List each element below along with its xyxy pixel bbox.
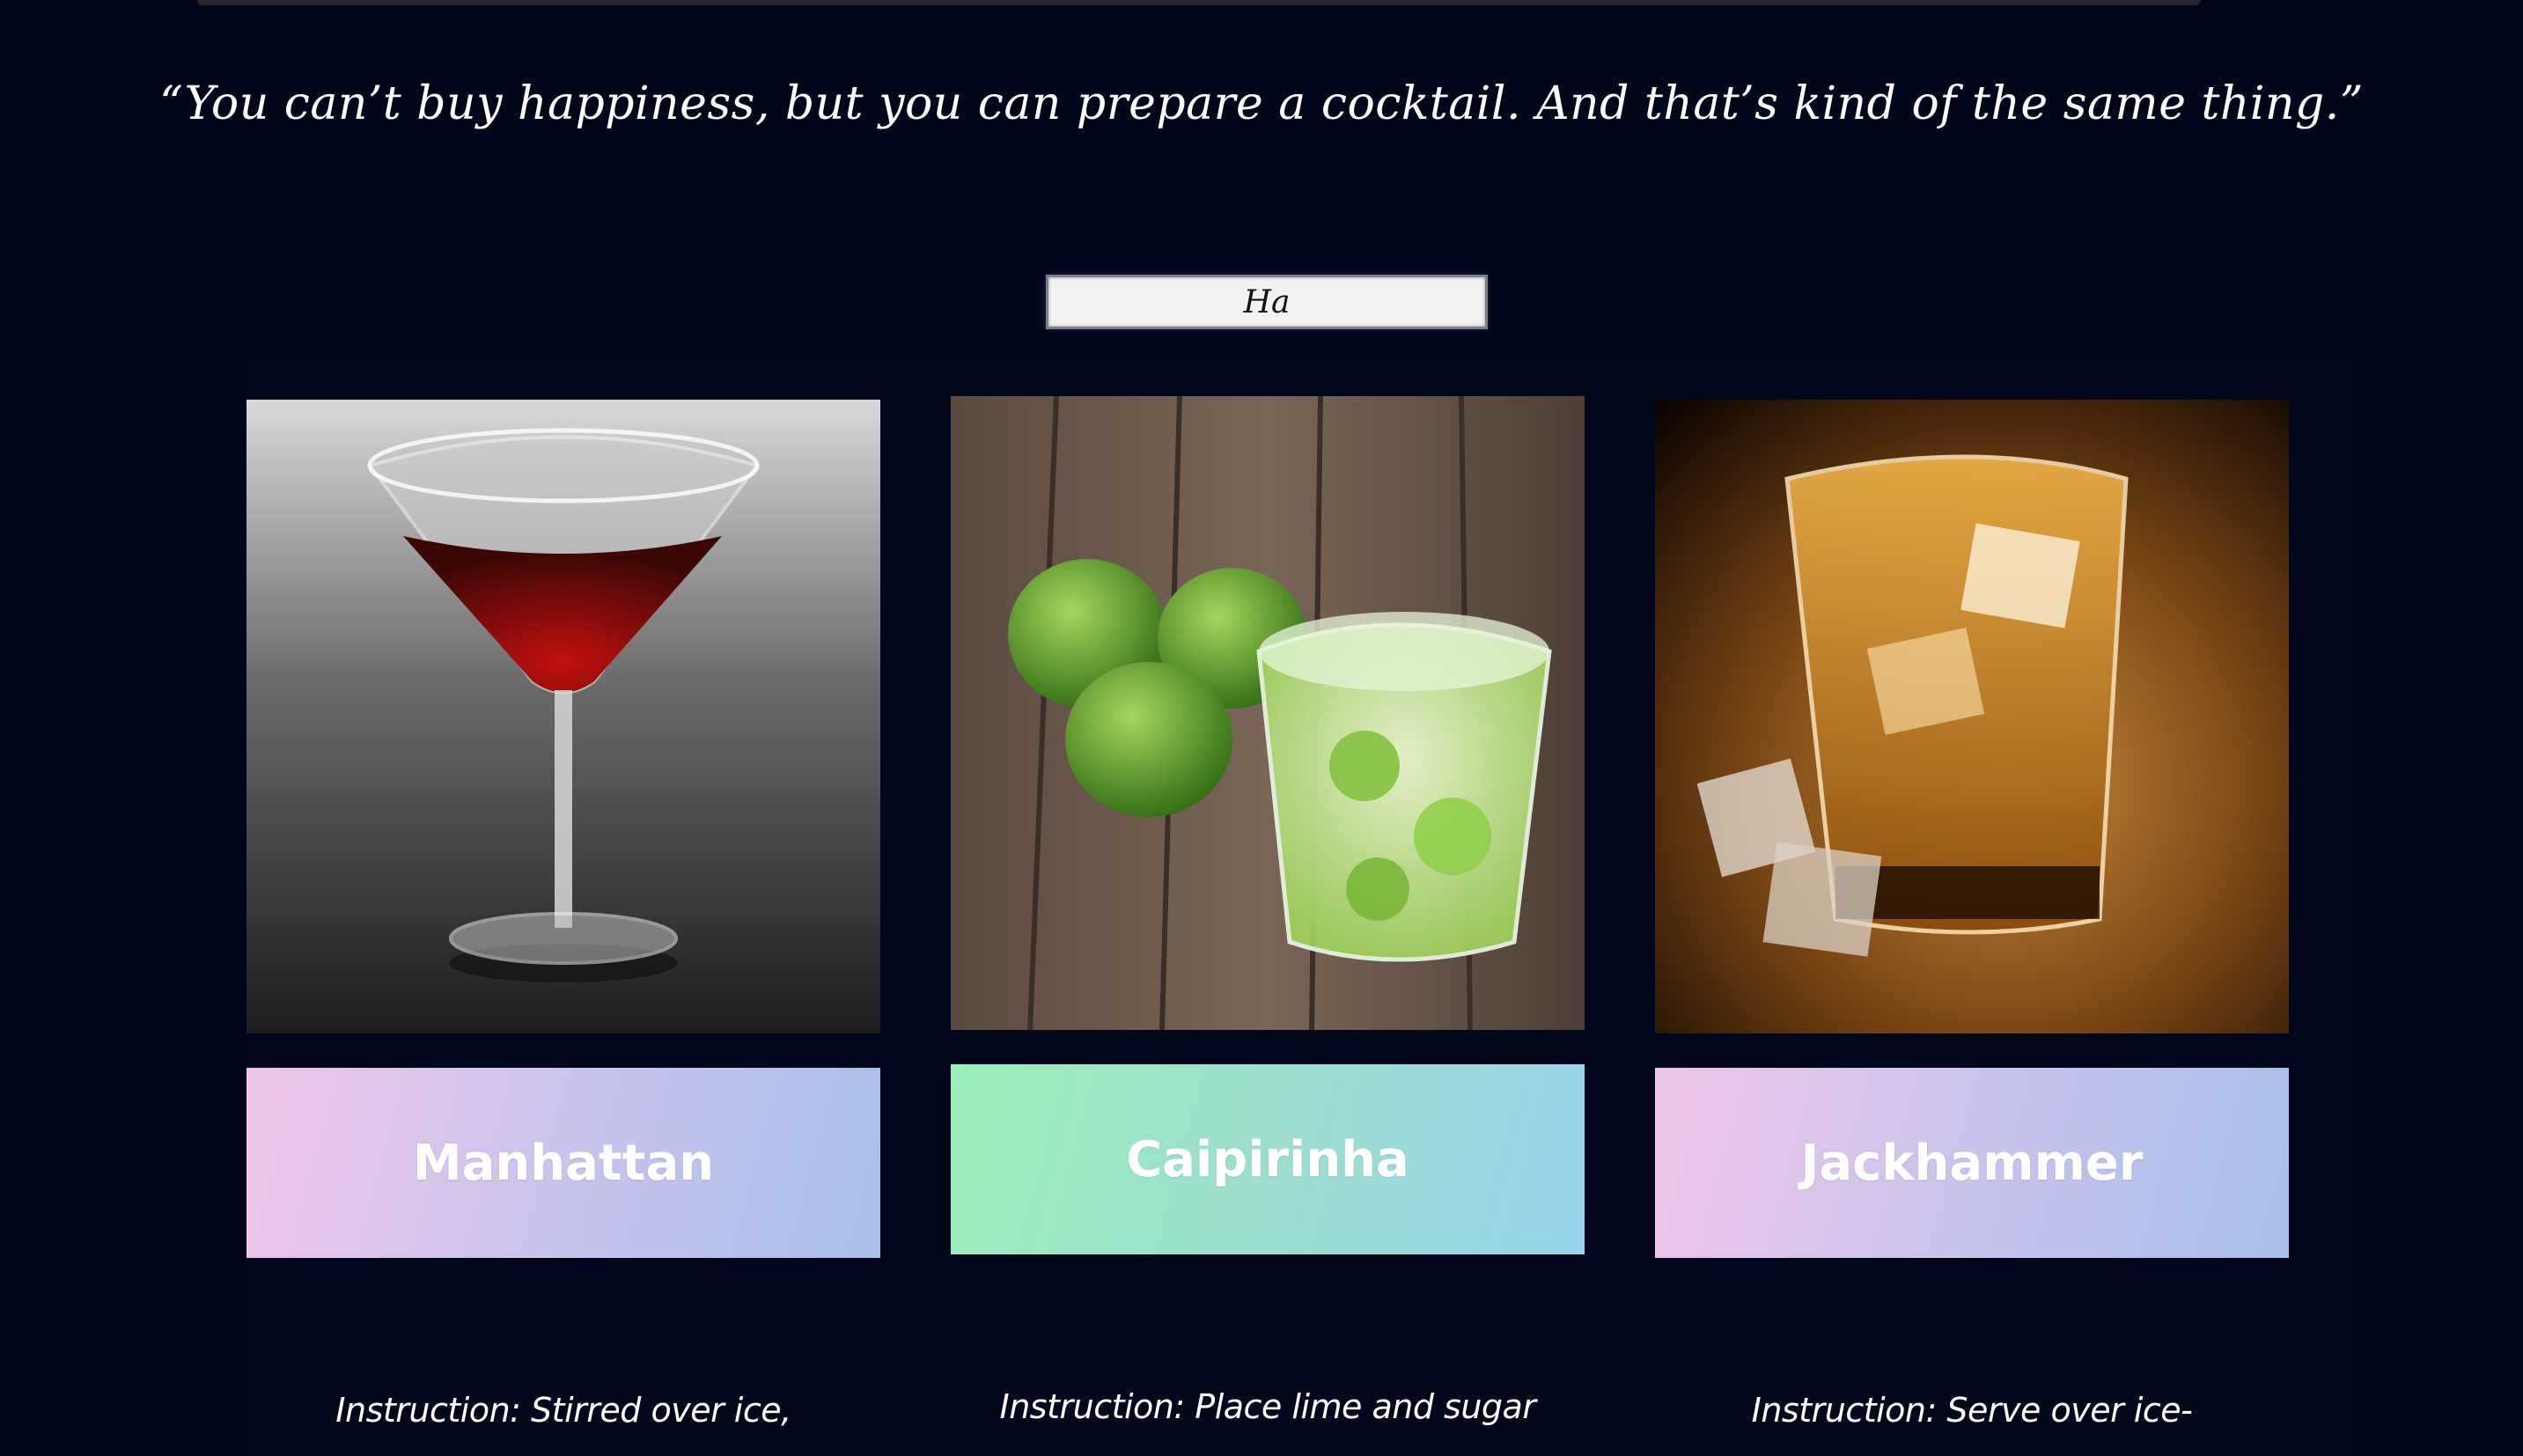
cocktail-card-manhattan[interactable]: Manhattan Instruction: Stirred over ice, (246, 363, 951, 1456)
whiskey-glass-image (1655, 400, 2289, 1033)
cocktail-card-jackhammer[interactable]: Jackhammer Instruction: Serve over ice- (1655, 363, 2359, 1456)
cocktail-name: Caipirinha (951, 1064, 1585, 1254)
lime-glass-image (951, 396, 1585, 1030)
cocktail-instruction: Instruction: Serve over ice- (1751, 1391, 2193, 1430)
martini-glass-image (246, 400, 880, 1033)
cocktail-instruction: Instruction: Stirred over ice, (335, 1391, 791, 1430)
cocktail-card-caipirinha[interactable]: Caipirinha Instruction: Place lime and s… (951, 359, 1655, 1456)
quote-heading: “You can’t buy happiness, but you can pr… (159, 77, 2364, 130)
browser-top-edge (197, 0, 2201, 5)
cocktail-name: Jackhammer (1655, 1068, 2289, 1258)
search-input[interactable] (1046, 275, 1488, 329)
cocktail-name: Manhattan (246, 1068, 880, 1258)
cocktail-instruction: Instruction: Place lime and sugar (999, 1387, 1536, 1426)
